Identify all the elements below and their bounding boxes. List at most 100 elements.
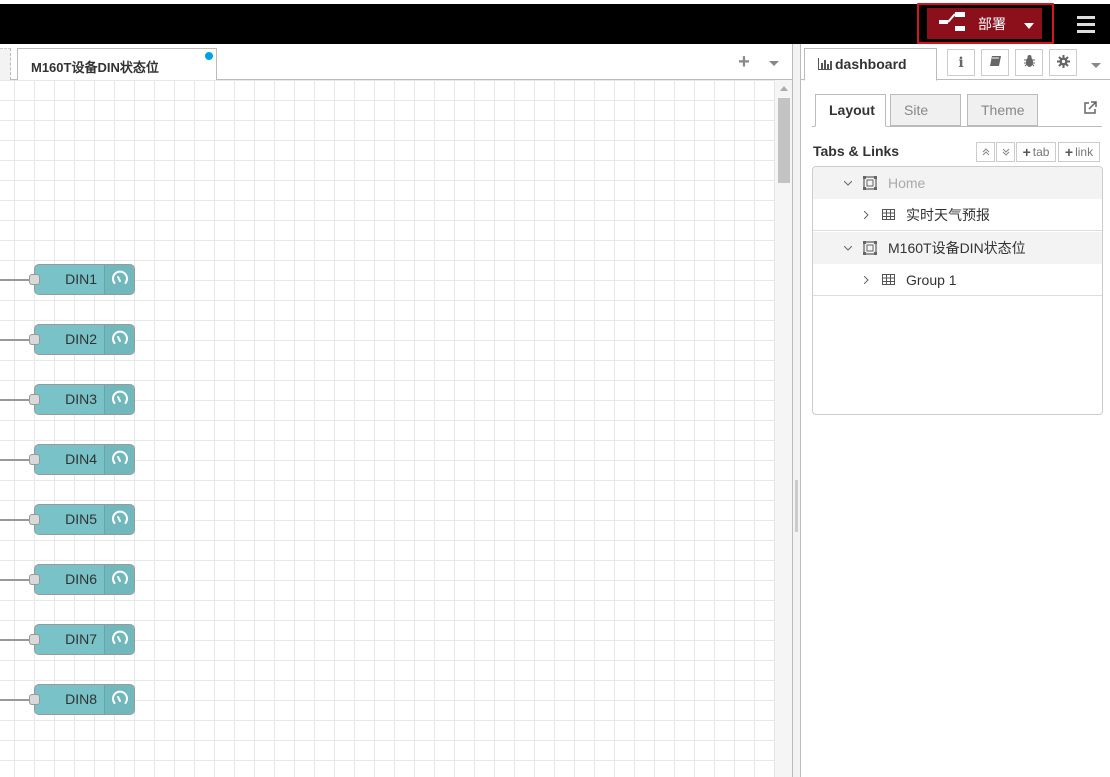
table-icon xyxy=(880,273,896,287)
node-icon-area xyxy=(104,505,134,534)
node-wire[interactable] xyxy=(0,399,30,401)
node-wire[interactable] xyxy=(0,519,30,521)
tab-frame-icon xyxy=(862,241,878,255)
node-label: DIN5 xyxy=(65,511,97,527)
resize-grip[interactable] xyxy=(795,480,798,532)
chevron-down-icon[interactable] xyxy=(842,242,854,254)
workspace-tab-active[interactable]: M160T设备DIN状态位 xyxy=(17,48,217,81)
subtab-site[interactable]: Site xyxy=(890,94,961,126)
debug-button[interactable] xyxy=(1015,49,1043,76)
subtab-theme[interactable]: Theme xyxy=(967,94,1038,126)
node-label: DIN4 xyxy=(65,451,97,467)
double-chevron-down-icon xyxy=(1002,145,1010,159)
flow-node-ui-gauge[interactable]: DIN7 xyxy=(29,624,135,655)
node-wire[interactable] xyxy=(0,339,30,341)
tab-list-button[interactable] xyxy=(768,52,784,72)
flow-node-ui-gauge[interactable]: DIN8 xyxy=(29,684,135,715)
gauge-icon xyxy=(111,509,129,530)
deploy-options-button[interactable] xyxy=(1015,16,1042,32)
hamburger-menu-icon-bar xyxy=(1077,30,1095,33)
node-wire[interactable] xyxy=(0,459,30,461)
sidebar-resize-handle[interactable] xyxy=(792,44,801,777)
node-label: DIN7 xyxy=(65,631,97,647)
sidebar-tabs: dashboard i xyxy=(801,44,1110,81)
config-button[interactable] xyxy=(1049,49,1077,76)
tree-group-label: 实时天气预报 xyxy=(906,206,990,223)
subtab-theme-label: Theme xyxy=(981,102,1025,118)
gauge-icon xyxy=(111,329,129,350)
node-wire[interactable] xyxy=(0,279,30,281)
main-menu-button[interactable] xyxy=(1072,10,1100,38)
table-icon xyxy=(880,208,896,222)
open-dashboard-button[interactable] xyxy=(1083,101,1097,115)
flow-node-ui-gauge[interactable]: DIN6 xyxy=(29,564,135,595)
add-link-label: link xyxy=(1075,145,1094,159)
info-button[interactable]: i xyxy=(947,49,975,76)
node-icon-area xyxy=(104,265,134,294)
scroll-up-arrow-icon[interactable] xyxy=(780,86,788,91)
flow-node-ui-gauge[interactable]: DIN4 xyxy=(29,444,135,475)
node-wire[interactable] xyxy=(0,579,30,581)
flow-node-ui-gauge[interactable]: DIN2 xyxy=(29,324,135,355)
deploy-label: 部署 xyxy=(978,15,1006,32)
node-icon-area xyxy=(104,625,134,654)
chevron-right-icon[interactable] xyxy=(860,209,872,221)
sidebar-tab-menu-button[interactable] xyxy=(1091,56,1101,68)
subtab-layout-label: Layout xyxy=(829,102,875,118)
node-icon-area xyxy=(104,325,134,354)
subtab-site-label: Site xyxy=(904,102,929,118)
info-icon: i xyxy=(958,54,964,71)
gauge-icon xyxy=(111,569,129,590)
tabs-links-title: Tabs & Links xyxy=(813,143,900,159)
workspace-tabs-bar: M160T设备DIN状态位 + xyxy=(0,44,792,81)
node-icon-area xyxy=(104,565,134,594)
node-wire[interactable] xyxy=(0,699,30,701)
chevron-right-icon[interactable] xyxy=(860,274,872,286)
external-link-icon xyxy=(1083,101,1097,118)
node-label: DIN3 xyxy=(65,391,97,407)
workspace-tab-label: M160T设备DIN状态位 xyxy=(31,60,159,75)
workspace-tab-previous[interactable] xyxy=(0,48,11,80)
tree-tab-m160t[interactable]: M160T设备DIN状态位 xyxy=(813,232,1102,264)
deploy-icon xyxy=(939,12,966,35)
tab-changed-indicator xyxy=(204,51,214,61)
node-icon-area xyxy=(104,685,134,714)
deploy-button[interactable]: 部署 xyxy=(927,8,1042,39)
node-label: DIN6 xyxy=(65,571,97,587)
tree-group-1[interactable]: Group 1 xyxy=(813,264,1102,296)
hamburger-menu-icon-bar xyxy=(1077,23,1095,26)
add-tab-button[interactable]: + xyxy=(735,52,753,72)
hamburger-menu-icon xyxy=(1077,16,1095,19)
node-label: DIN1 xyxy=(65,271,97,287)
add-tab-label: tab xyxy=(1032,145,1050,159)
deploy-main-button[interactable]: 部署 xyxy=(927,8,1015,39)
caret-down-icon xyxy=(768,59,780,75)
tree-tab-home[interactable]: Home xyxy=(813,167,1102,199)
gauge-icon xyxy=(111,629,129,650)
tree-group-label: Group 1 xyxy=(906,271,957,288)
workspace: M160T设备DIN状态位 + DIN1 DIN2 DIN3 DIN4 DIN5 DIN6… xyxy=(0,44,792,777)
tree-tab-label: Home xyxy=(888,175,926,191)
sidebar-tab-dashboard[interactable]: dashboard xyxy=(804,48,937,81)
book-icon xyxy=(989,55,1002,71)
canvas-vertical-scrollbar[interactable] xyxy=(774,80,792,777)
collapse-all-button[interactable] xyxy=(976,142,995,162)
add-link-button[interactable]: + link xyxy=(1058,142,1100,162)
flow-canvas[interactable]: DIN1 DIN2 DIN3 DIN4 DIN5 DIN6 DIN7 DIN8 xyxy=(0,80,774,777)
flow-node-ui-gauge[interactable]: DIN5 xyxy=(29,504,135,535)
expand-all-button[interactable] xyxy=(996,142,1015,162)
scrollbar-thumb[interactable] xyxy=(778,98,790,183)
gear-icon xyxy=(1056,54,1070,71)
tree-group-weather[interactable]: 实时天气预报 xyxy=(813,199,1102,231)
plus-icon: + xyxy=(1064,144,1074,160)
gauge-icon xyxy=(111,269,129,290)
chevron-down-icon[interactable] xyxy=(842,177,854,189)
subtab-layout[interactable]: Layout xyxy=(815,94,886,127)
header-bar: 部署 xyxy=(0,0,1110,44)
flow-node-ui-gauge[interactable]: DIN3 xyxy=(29,384,135,415)
add-tab-button[interactable]: + tab xyxy=(1016,142,1056,162)
flow-node-ui-gauge[interactable]: DIN1 xyxy=(29,264,135,295)
node-wire[interactable] xyxy=(0,639,30,641)
help-button[interactable] xyxy=(981,49,1009,76)
caret-down-icon xyxy=(1023,16,1034,32)
